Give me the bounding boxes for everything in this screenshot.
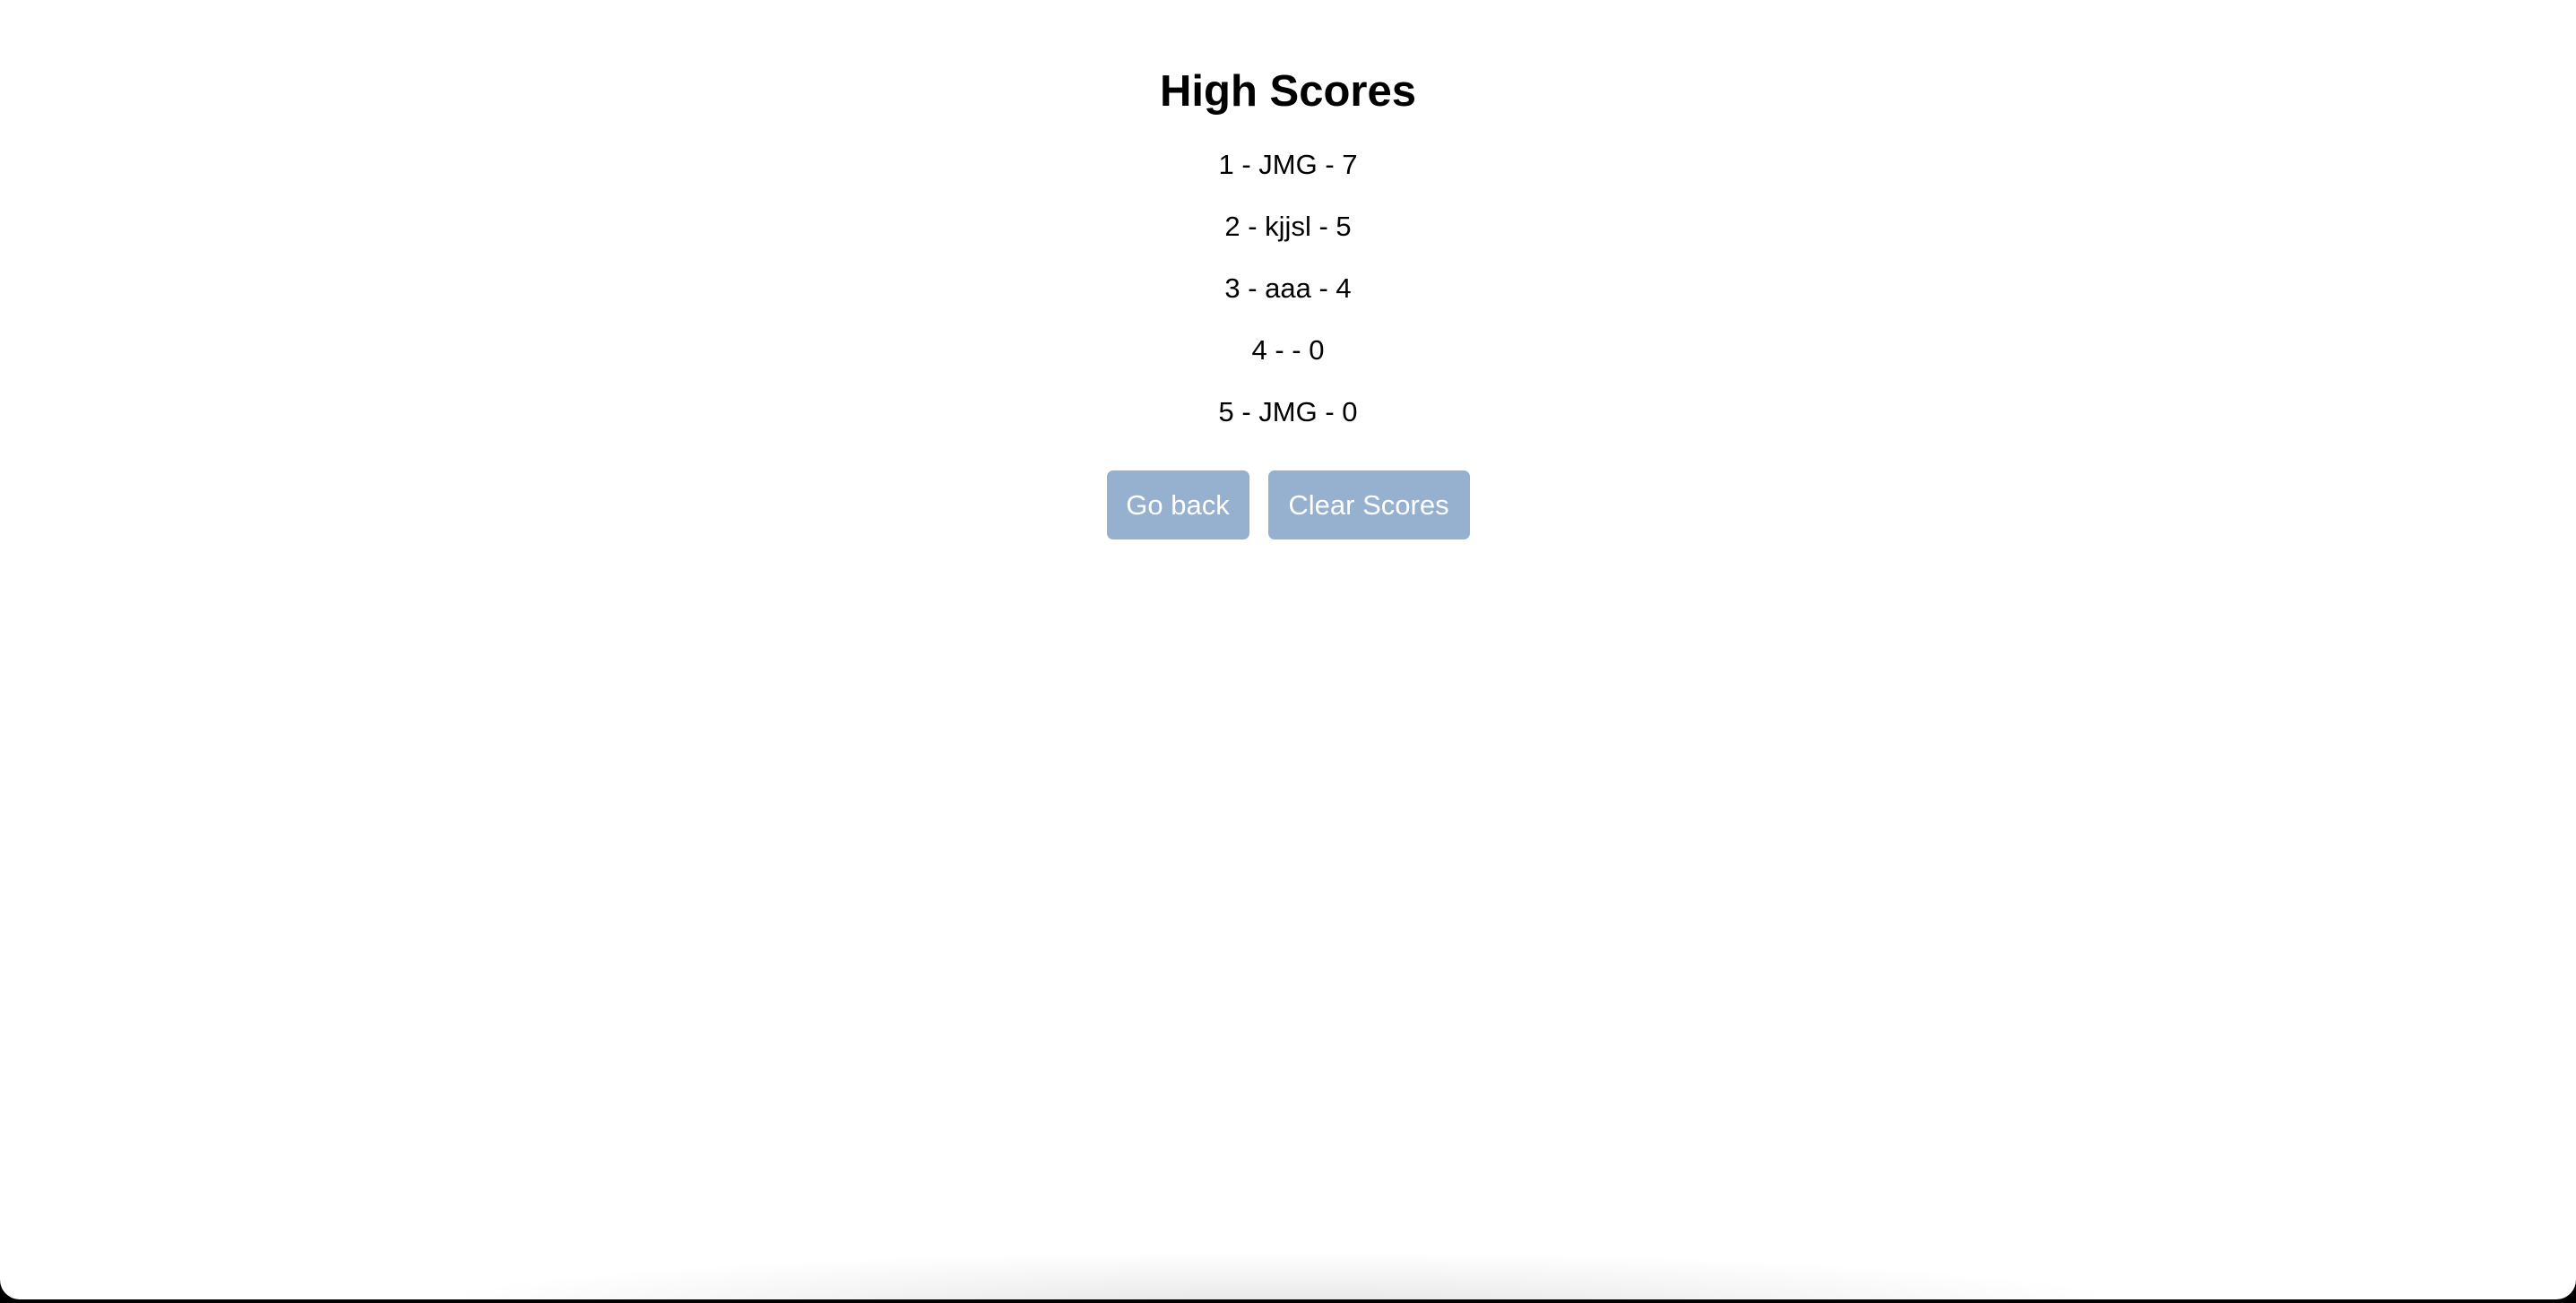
score-entry: 3 - aaa - 4 [1224,272,1352,304]
action-buttons: Go back Clear Scores [0,470,2576,539]
score-entry: 5 - JMG - 0 [1218,396,1358,427]
score-entry: 4 - - 0 [1251,334,1325,366]
page-title: High Scores [1160,67,1416,116]
score-entry: 2 - kjjsl - 5 [1224,211,1352,242]
app-window: High Scores 1 - JMG - 7 2 - kjjsl - 5 3 … [0,0,2576,1299]
window-bottom-shadow [466,1255,2097,1299]
clear-scores-button[interactable]: Clear Scores [1267,470,1470,539]
go-back-button[interactable]: Go back [1106,470,1249,539]
score-entry: 1 - JMG - 7 [1218,149,1358,180]
scores-list: 1 - JMG - 7 2 - kjjsl - 5 3 - aaa - 4 4 … [0,147,2576,456]
